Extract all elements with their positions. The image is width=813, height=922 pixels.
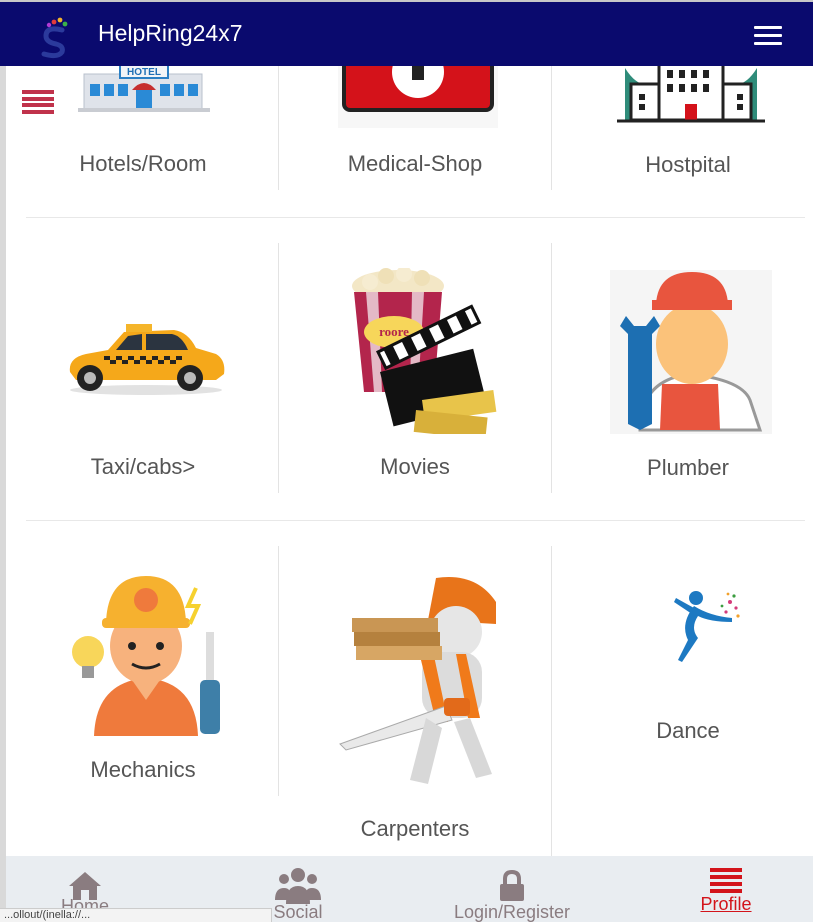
taxi-car-icon[interactable] bbox=[64, 322, 228, 396]
users-group-icon bbox=[275, 868, 321, 904]
column-divider bbox=[278, 546, 279, 796]
column-divider bbox=[278, 66, 279, 190]
tile-label-medical-shop[interactable]: Medical-Shop bbox=[279, 151, 551, 177]
column-divider bbox=[551, 243, 552, 493]
column-divider bbox=[551, 546, 552, 856]
svg-text:roore: roore bbox=[379, 324, 409, 339]
tile-label-dance[interactable]: Dance bbox=[552, 718, 813, 744]
tile-label-plumber[interactable]: Plumber bbox=[552, 455, 813, 481]
top-navbar: HelpRing24x7 bbox=[0, 0, 813, 66]
colorful-s-logo-icon[interactable] bbox=[38, 16, 70, 60]
nav-login-register[interactable]: Login/Register bbox=[432, 868, 592, 922]
tile-label-mechanics[interactable]: Mechanics bbox=[7, 757, 279, 783]
lock-icon bbox=[500, 870, 524, 901]
list-menu-icon[interactable] bbox=[22, 90, 54, 118]
column-divider bbox=[551, 66, 552, 190]
hamburger-icon[interactable] bbox=[754, 26, 782, 46]
dancer-icon[interactable] bbox=[660, 588, 744, 670]
svg-text:HOTEL: HOTEL bbox=[127, 67, 161, 78]
mechanic-worker-icon[interactable] bbox=[66, 572, 226, 736]
tile-label-movies[interactable]: Movies bbox=[279, 454, 551, 480]
list-menu-icon bbox=[710, 868, 742, 893]
plumber-wrench-icon[interactable] bbox=[610, 270, 772, 434]
row-divider bbox=[26, 520, 805, 521]
medical-sign-icon[interactable] bbox=[338, 58, 498, 128]
popcorn-clapperboard-icon[interactable]: roore bbox=[350, 268, 500, 434]
left-edge-border bbox=[0, 66, 6, 922]
nav-profile[interactable]: Profile bbox=[688, 868, 764, 922]
nav-login-register-label: Login/Register bbox=[453, 902, 571, 922]
carpenter-saw-icon[interactable] bbox=[336, 572, 502, 794]
nav-profile-label: Profile bbox=[700, 894, 752, 914]
tile-label-hospital[interactable]: Hostpital bbox=[552, 152, 813, 178]
tile-label-carpenters[interactable]: Carpenters bbox=[279, 816, 551, 842]
hospital-building-icon[interactable] bbox=[615, 58, 767, 124]
app-page: HOTEL Hotels/Room Medical-Shop Hostpital bbox=[0, 0, 813, 922]
tile-label-hotels[interactable]: Hotels/Room bbox=[7, 151, 279, 177]
hotel-building-icon[interactable]: HOTEL bbox=[74, 58, 214, 114]
tile-label-taxi[interactable]: Taxi/cabs> bbox=[7, 454, 279, 480]
row-divider bbox=[26, 217, 805, 218]
column-divider bbox=[278, 243, 279, 493]
app-title[interactable]: HelpRing24x7 bbox=[98, 20, 242, 47]
browser-status-url: ...ollout/(inella://... bbox=[0, 908, 272, 922]
